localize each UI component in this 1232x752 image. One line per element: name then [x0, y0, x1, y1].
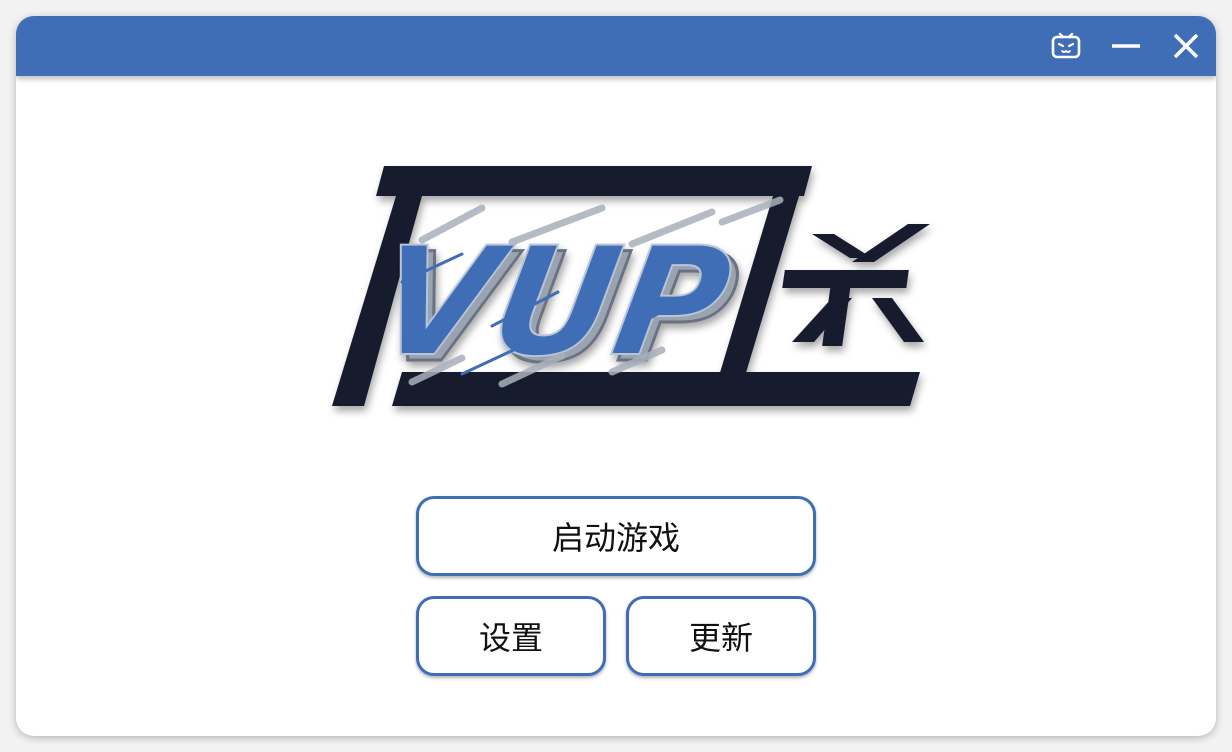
close-icon [1173, 33, 1199, 59]
update-button[interactable]: 更新 [626, 596, 816, 676]
launcher-window: VUP VUP 启动游戏 设置 更新 [16, 16, 1216, 736]
close-button[interactable] [1166, 26, 1206, 66]
title-bar[interactable] [16, 16, 1216, 76]
minimize-icon [1112, 44, 1140, 48]
settings-button[interactable]: 设置 [416, 596, 606, 676]
bilibili-icon[interactable] [1046, 26, 1086, 66]
minimize-button[interactable] [1106, 26, 1146, 66]
vup-kill-logo: VUP VUP [312, 162, 932, 432]
start-game-button[interactable]: 启动游戏 [416, 496, 816, 576]
